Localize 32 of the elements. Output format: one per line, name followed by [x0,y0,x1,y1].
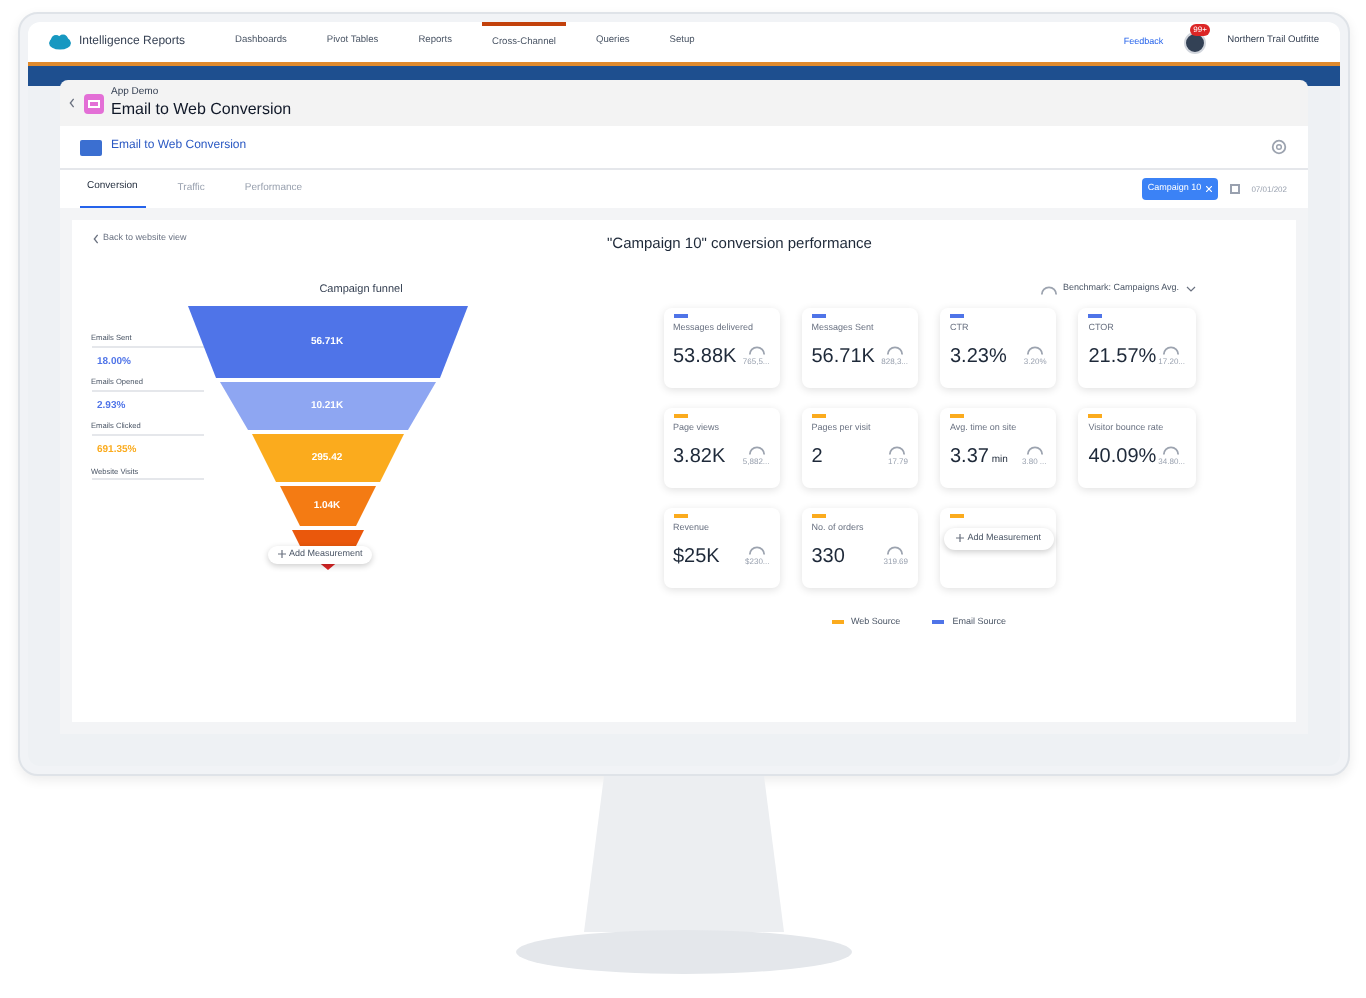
metric-value: 330 [811,547,845,568]
gauge-icon [888,443,907,456]
close-icon[interactable] [1205,186,1212,192]
calendar-icon[interactable] [1229,184,1240,194]
metric-value: $25K [673,547,720,568]
metric-value: 3.23% [950,347,1007,368]
cloud-logo-icon [47,34,71,50]
page-title: Email to Web Conversion [111,99,292,120]
metric-value: 56.71K [811,347,875,368]
gauge-icon [747,343,766,356]
chevron-down-icon[interactable] [1185,286,1195,293]
gauge-icon [1162,343,1181,356]
gauge-icon [886,543,905,556]
plus-icon [955,534,964,543]
plus-icon [277,550,285,559]
gauge-icon [1025,443,1044,456]
back-chevron-icon[interactable] [67,98,75,108]
gauge-icon [1039,283,1058,296]
metric-value: 3.82K [673,447,726,468]
app-icon [83,93,103,113]
settings-icon[interactable] [1269,138,1287,156]
back-chevron-icon[interactable] [91,233,99,244]
envelope-icon [79,139,101,155]
gauge-icon [1026,343,1045,356]
metric-value: 40.09% [1088,447,1157,468]
gauge-icon [747,443,766,456]
metric-value: 21.57% [1088,347,1157,368]
gauge-icon [885,343,904,356]
gauge-icon [1162,443,1181,456]
metric-value: 53.88K [673,347,737,368]
gauge-icon [748,543,767,556]
metric-value: 2 [811,447,823,468]
